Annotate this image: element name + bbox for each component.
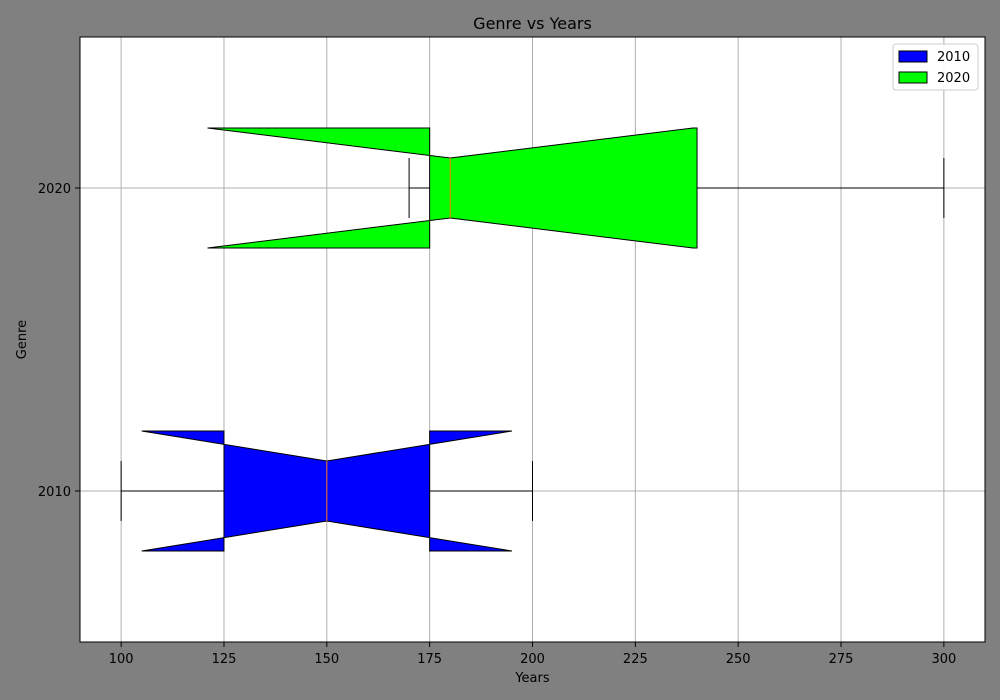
legend-swatch	[898, 50, 928, 63]
chart-title: Genre vs Years	[473, 14, 592, 33]
x-tick-label: 250	[726, 652, 751, 667]
x-axis-ticks: 100 125 150 175 200 225 250 275 300	[109, 642, 956, 667]
x-tick-label: 175	[417, 652, 442, 667]
legend-label: 2020	[937, 71, 970, 86]
x-axis-label: Years	[514, 671, 550, 686]
y-axis-ticks: 2010 2020	[38, 182, 80, 500]
x-tick-label: 150	[314, 652, 339, 667]
x-tick-label: 100	[109, 652, 134, 667]
x-tick-label: 225	[623, 652, 648, 667]
y-tick-label: 2020	[38, 182, 71, 197]
chart-canvas: 100 125 150 175 200 225 250 275 300 2010 2020 Gen…	[15, 14, 986, 686]
legend: 2010 2020	[892, 43, 979, 91]
y-axis-label: Genre	[15, 320, 30, 359]
x-tick-label: 275	[829, 652, 854, 667]
y-tick-label: 2010	[38, 485, 71, 500]
x-tick-label: 200	[520, 652, 545, 667]
legend-label: 2010	[937, 50, 970, 65]
x-tick-label: 300	[931, 652, 956, 667]
legend-swatch	[898, 71, 928, 84]
x-tick-label: 125	[212, 652, 237, 667]
